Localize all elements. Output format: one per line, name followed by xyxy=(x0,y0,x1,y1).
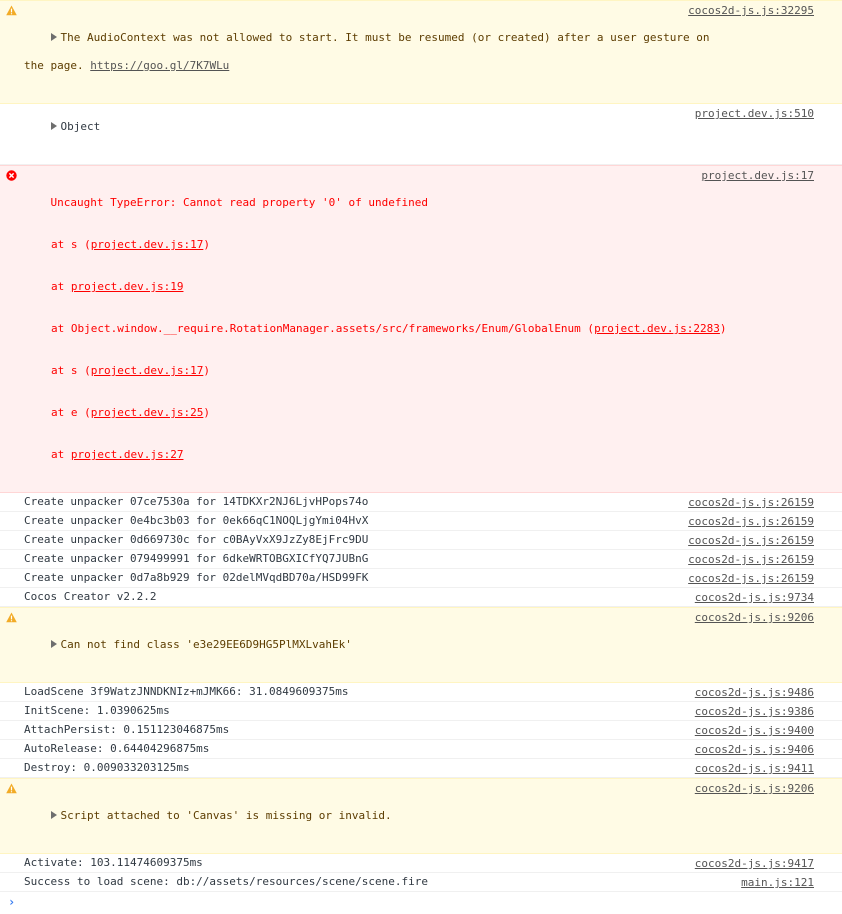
expand-triangle-icon[interactable] xyxy=(50,122,57,130)
console-message-log[interactable]: Create unpacker 0d669730c for c0BAyVxX9J… xyxy=(0,531,842,550)
console-message-log[interactable]: AutoRelease: 0.64404296875ms cocos2d-js.j… xyxy=(0,740,842,759)
source-link[interactable]: cocos2d-js.js:26159 xyxy=(688,515,814,529)
warning-icon xyxy=(6,5,17,16)
source-link[interactable]: project.dev.js:17 xyxy=(701,169,814,183)
stack-link[interactable]: project.dev.js:19 xyxy=(71,280,184,293)
stack-link[interactable]: project.dev.js:17 xyxy=(91,238,204,251)
console-prompt[interactable]: › xyxy=(0,892,842,914)
stack-frame: at project.dev.js:19 xyxy=(51,280,184,293)
source-link[interactable]: cocos2d-js.js:9400 xyxy=(695,724,814,738)
stack-frame: at e (project.dev.js:25) xyxy=(51,406,210,419)
console-message-log[interactable]: InitScene: 1.0390625ms cocos2d-js.js:9386 xyxy=(0,702,842,721)
message-text: Destroy: 0.009033203125ms xyxy=(24,761,190,774)
console-message-log[interactable]: Create unpacker 0d7a8b929 for 02delMVqdB… xyxy=(0,569,842,588)
console-message-log[interactable]: Cocos Creator v2.2.2 cocos2d-js.js:9734 xyxy=(0,588,842,607)
message-text: AttachPersist: 0.151123046875ms xyxy=(24,723,230,736)
stack-frame: at s (project.dev.js:17) xyxy=(51,364,210,377)
message-text: The AudioContext was not allowed to star… xyxy=(60,31,710,44)
source-link[interactable]: main.js:121 xyxy=(741,876,814,890)
message-text: Create unpacker 079499991 for 6dkeWRTOBG… xyxy=(24,552,369,565)
console-message-log[interactable]: LoadScene 3f9WatzJNNDKNIz+mJMK66: 31.084… xyxy=(0,683,842,702)
source-link[interactable]: cocos2d-js.js:26159 xyxy=(688,572,814,586)
message-text: Create unpacker 0d7a8b929 for 02delMVqdB… xyxy=(24,571,369,584)
source-link[interactable]: cocos2d-js.js:9386 xyxy=(695,705,814,719)
console-message-warning[interactable]: Script attached to 'Canvas' is missing o… xyxy=(0,778,842,854)
source-link[interactable]: cocos2d-js.js:26159 xyxy=(688,496,814,510)
message-link[interactable]: https://goo.gl/7K7WLu xyxy=(90,59,229,72)
source-link[interactable]: cocos2d-js.js:26159 xyxy=(688,534,814,548)
console-message-log[interactable]: Create unpacker 079499991 for 6dkeWRTOBG… xyxy=(0,550,842,569)
stack-link[interactable]: project.dev.js:2283 xyxy=(594,322,720,335)
console-message-log[interactable]: AttachPersist: 0.151123046875ms cocos2d-j… xyxy=(0,721,842,740)
source-link[interactable]: cocos2d-js.js:9206 xyxy=(694,611,814,625)
console-message-log[interactable]: Activate: 103.11474609375ms cocos2d-js.js… xyxy=(0,854,842,873)
message-text: Success to load scene: db://assets/resou… xyxy=(24,875,428,888)
console-message-log[interactable]: Success to load scene: db://assets/resou… xyxy=(0,873,842,892)
source-link[interactable]: cocos2d-js.js:32295 xyxy=(688,4,814,18)
warning-icon xyxy=(6,783,17,794)
expand-triangle-icon[interactable] xyxy=(50,640,57,648)
source-link[interactable]: cocos2d-js.js:9486 xyxy=(695,686,814,700)
console-message-log[interactable]: Object project.dev.js:510 xyxy=(0,104,842,165)
message-text: Uncaught TypeError: Cannot read property… xyxy=(50,196,429,209)
message-text: Create unpacker 0d669730c for c0BAyVxX9J… xyxy=(24,533,369,546)
message-text: AutoRelease: 0.64404296875ms xyxy=(24,742,210,755)
console-message-warning[interactable]: The AudioContext was not allowed to star… xyxy=(0,0,842,104)
prompt-caret-icon: › xyxy=(8,895,16,909)
message-text: InitScene: 1.0390625ms xyxy=(24,704,170,717)
stack-frame: at Object.window.__require.RotationManag… xyxy=(51,322,727,335)
expand-triangle-icon[interactable] xyxy=(50,811,57,819)
console-panel: The AudioContext was not allowed to star… xyxy=(0,0,842,914)
console-message-log[interactable]: Destroy: 0.009033203125ms cocos2d-js.js:9… xyxy=(0,759,842,778)
source-link[interactable]: cocos2d-js.js:9206 xyxy=(694,782,814,796)
source-link[interactable]: cocos2d-js.js:9411 xyxy=(695,762,814,776)
message-text: Object xyxy=(60,120,101,133)
source-link[interactable]: cocos2d-js.js:9734 xyxy=(695,591,814,605)
stack-link[interactable]: project.dev.js:17 xyxy=(91,364,204,377)
message-text: Can not find class 'e3e29EE6D9HG5PlMXLva… xyxy=(60,638,352,651)
source-link[interactable]: cocos2d-js.js:26159 xyxy=(688,553,814,567)
source-link[interactable]: project.dev.js:510 xyxy=(695,107,814,121)
warning-icon xyxy=(6,612,17,623)
message-text: Activate: 103.11474609375ms xyxy=(24,856,203,869)
error-icon xyxy=(6,170,17,181)
message-text: Cocos Creator v2.2.2 xyxy=(24,590,157,603)
stack-link[interactable]: project.dev.js:25 xyxy=(91,406,204,419)
console-message-warning[interactable]: Can not find class 'e3e29EE6D9HG5PlMXLva… xyxy=(0,607,842,683)
message-text: Create unpacker 07ce7530a for 14TDKXr2NJ… xyxy=(24,495,369,508)
message-text-cont: the page. xyxy=(24,59,91,72)
stack-frame: at project.dev.js:27 xyxy=(51,448,184,461)
console-message-log[interactable]: Create unpacker 0e4bc3b03 for 0ek66qC1NO… xyxy=(0,512,842,531)
expand-triangle-icon[interactable] xyxy=(50,33,57,41)
console-message-error[interactable]: Uncaught TypeError: Cannot read property… xyxy=(0,165,842,493)
stack-frame: at s (project.dev.js:17) xyxy=(51,238,210,251)
stack-link[interactable]: project.dev.js:27 xyxy=(71,448,184,461)
source-link[interactable]: cocos2d-js.js:9417 xyxy=(695,857,814,871)
source-link[interactable]: cocos2d-js.js:9406 xyxy=(695,743,814,757)
message-text: Script attached to 'Canvas' is missing o… xyxy=(60,809,392,822)
message-text: LoadScene 3f9WatzJNNDKNIz+mJMK66: 31.084… xyxy=(24,685,349,698)
console-message-log[interactable]: Create unpacker 07ce7530a for 14TDKXr2NJ… xyxy=(0,493,842,512)
message-text: Create unpacker 0e4bc3b03 for 0ek66qC1NO… xyxy=(24,514,369,527)
